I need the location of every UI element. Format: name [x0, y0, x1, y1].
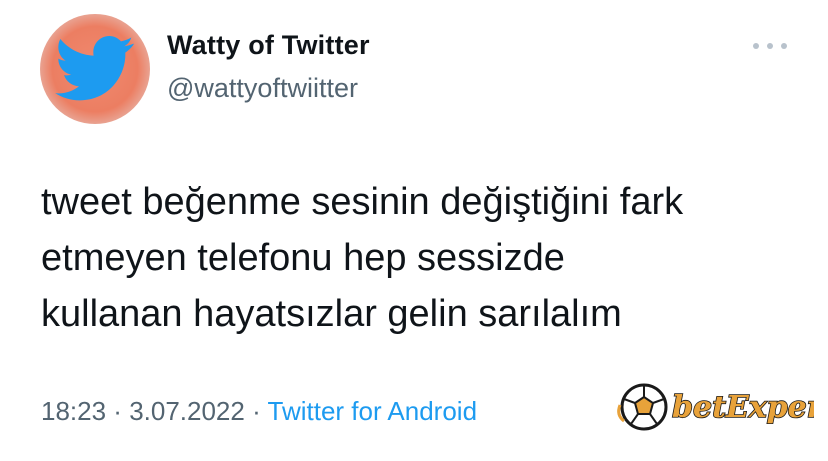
dot	[781, 43, 787, 49]
twitter-bird-icon	[55, 36, 134, 101]
tweet-text: tweet beğenme sesinin değiştiğini fark e…	[41, 174, 811, 342]
soccer-ball-icon	[617, 383, 668, 431]
tweet-source-link[interactable]: Twitter for Android	[268, 396, 478, 426]
tweet-meta: 18:23 · 3.07.2022 · Twitter for Android	[41, 396, 477, 427]
svg-text:betExper: betExper	[672, 390, 814, 425]
meta-separator: ·	[106, 396, 130, 426]
betexper-watermark: betExper	[617, 383, 814, 431]
tweet-text-line: etmeyen telefonu hep sessizde	[41, 237, 565, 279]
meta-separator: ·	[244, 396, 268, 426]
tweet-text-line: tweet beğenme sesinin değiştiğini fark	[41, 181, 684, 223]
more-options-icon[interactable]	[753, 34, 787, 58]
dot	[753, 43, 759, 49]
tweet-date[interactable]: 3.07.2022	[129, 396, 245, 426]
dot	[767, 43, 773, 49]
avatar[interactable]	[40, 14, 150, 124]
tweet-time[interactable]: 18:23	[41, 396, 106, 426]
tweet-card: Watty of Twitter @wattyoftwiitter tweet …	[0, 0, 828, 461]
tweet-text-line: kullanan hayatsızlar gelin sarılalım	[41, 293, 622, 335]
author-handle[interactable]: @wattyoftwiitter	[167, 73, 358, 104]
author-display-name[interactable]: Watty of Twitter	[167, 30, 370, 61]
